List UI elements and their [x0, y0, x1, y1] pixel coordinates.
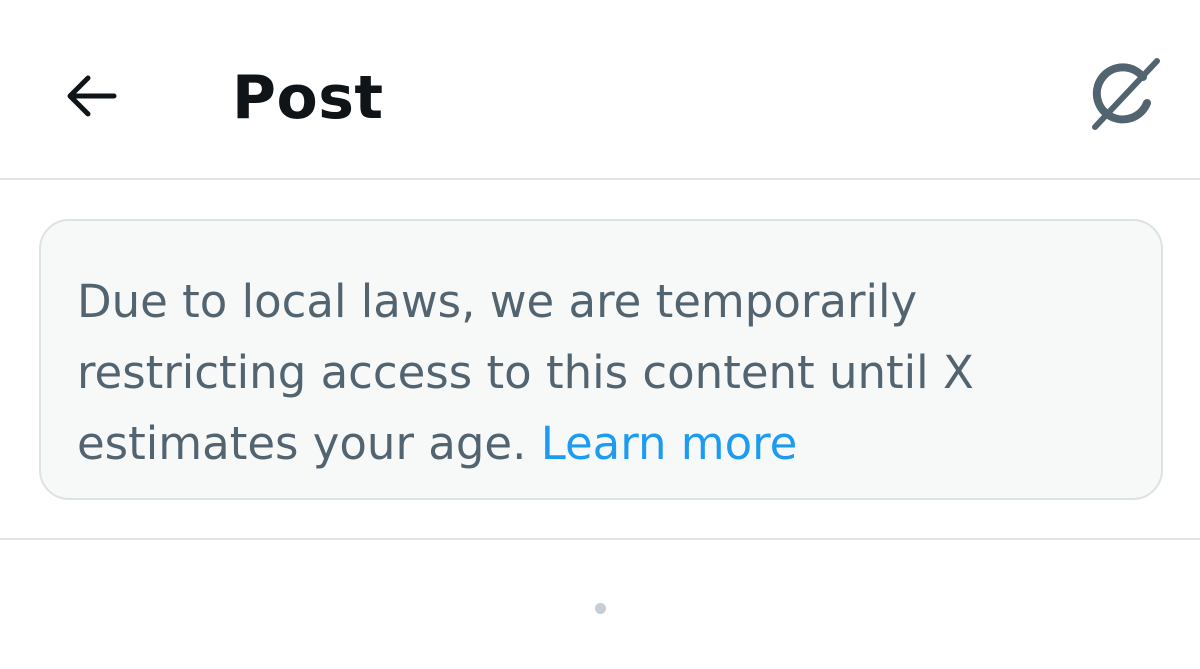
grok-icon — [1092, 58, 1160, 130]
learn-more-link[interactable]: Learn more — [541, 417, 798, 470]
page-title: Post — [232, 63, 384, 133]
notice-message: Due to local laws, we are temporarily re… — [77, 266, 1125, 479]
divider — [0, 538, 1200, 540]
notice-text: Due to local laws, we are temporarily re… — [77, 275, 974, 470]
post-screen: Post Due to local laws, we are temporari… — [0, 0, 1200, 669]
back-button[interactable] — [50, 56, 130, 136]
grok-button[interactable] — [1080, 50, 1170, 140]
loading-indicator-dot — [595, 603, 606, 614]
arrow-left-icon — [67, 75, 117, 117]
age-restriction-notice: Due to local laws, we are temporarily re… — [39, 219, 1163, 500]
top-bar: Post — [0, 0, 1200, 180]
